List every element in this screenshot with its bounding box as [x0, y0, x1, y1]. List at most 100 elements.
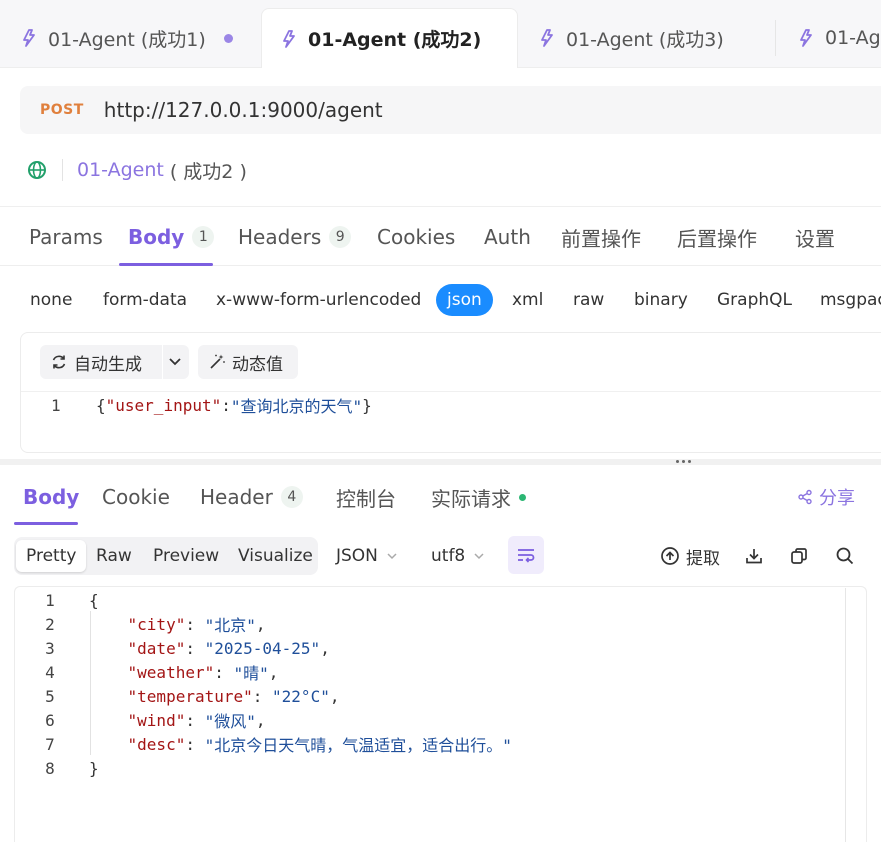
code-line[interactable]: { [89, 588, 99, 612]
tab-cookies[interactable]: Cookies [377, 207, 455, 267]
tab-label: Body [128, 225, 185, 249]
auto-generate-button[interactable]: 自动生成 [40, 345, 189, 379]
code-line[interactable]: "temperature": "22°C", [89, 684, 340, 708]
code-line[interactable]: } [89, 756, 99, 780]
copy-button[interactable] [789, 540, 809, 572]
view-mode-switch: Pretty Raw Preview Visualize [14, 537, 318, 575]
divider [62, 159, 63, 181]
code-brace: } [89, 758, 99, 778]
tab-label: 后置操作 [677, 226, 757, 251]
code-key: "city" [127, 614, 186, 634]
body-type-raw[interactable]: raw [573, 284, 604, 316]
tab-01-agent-3[interactable]: 01-Agent (成功3) [536, 8, 724, 68]
body-type-binary[interactable]: binary [634, 284, 688, 316]
view-mode-raw[interactable]: Raw [86, 540, 142, 572]
share-button[interactable]: 分享 [797, 471, 855, 523]
tab-01-agent-4[interactable]: 01-Ag [795, 8, 881, 68]
chevron-down-icon [386, 551, 398, 561]
drag-handle-icon[interactable] [676, 460, 691, 463]
view-mode-visualize[interactable]: Visualize [228, 540, 323, 572]
globe-icon[interactable] [26, 159, 48, 181]
scrollbar[interactable] [845, 588, 846, 842]
code-value: "北京" [204, 616, 256, 635]
body-type-form-data[interactable]: form-data [103, 284, 187, 316]
body-type-json[interactable]: json [436, 284, 493, 316]
body-type-none[interactable]: none [30, 284, 72, 316]
code-key: "weather" [127, 662, 215, 682]
word-wrap-button[interactable] [508, 536, 544, 574]
code-value: "查询北京的天气" [230, 397, 363, 416]
tab-post-processors[interactable]: 后置操作 [677, 207, 757, 267]
tab-settings[interactable]: 设置 [795, 207, 835, 267]
request-name-link[interactable]: 01-Agent [77, 159, 164, 181]
request-name-suffix: ( 成功2 ) [169, 160, 247, 183]
code-value: "22°C" [272, 686, 330, 706]
count-badge: 4 [280, 486, 303, 508]
response-tab-actual-request[interactable]: 实际请求 [431, 471, 526, 523]
code-value: "北京今日天气晴，气温适宜，适合出行。" [204, 736, 512, 755]
response-tab-body[interactable]: Body [23, 471, 79, 523]
share-icon [797, 489, 813, 505]
format-select[interactable]: JSON [336, 540, 398, 572]
search-button[interactable] [835, 540, 855, 572]
response-tab-cookie[interactable]: Cookie [102, 471, 170, 523]
status-dot [519, 493, 526, 501]
wrap-lines-icon [516, 546, 536, 564]
tab-01-agent-2[interactable]: 01-Agent (成功2) [261, 8, 518, 68]
code-line[interactable]: "desc": "北京今日天气晴，气温适宜，适合出行。" [89, 732, 512, 756]
tab-label: 01-Agent (成功2) [308, 29, 482, 51]
tab-headers[interactable]: Headers 9 [238, 207, 352, 267]
tab-label: Header [200, 485, 273, 509]
tab-label: 01-Ag [825, 27, 881, 49]
line-number: 7 [45, 734, 55, 754]
body-type-urlencoded[interactable]: x-www-form-urlencoded [216, 284, 421, 316]
line-number: 8 [45, 758, 55, 778]
response-tab-console[interactable]: 控制台 [336, 471, 396, 523]
body-type-graphql[interactable]: GraphQL [717, 284, 792, 316]
chevron-down-icon[interactable] [168, 356, 182, 368]
tab-label: 控制台 [336, 486, 396, 511]
tab-label: Cookies [377, 225, 456, 249]
search-icon [835, 546, 855, 566]
view-mode-pretty[interactable]: Pretty [16, 540, 87, 572]
body-type-xml[interactable]: xml [512, 284, 543, 316]
response-tab-header[interactable]: Header 4 [200, 471, 303, 523]
tab-pre-processors[interactable]: 前置操作 [561, 207, 641, 267]
tab-label: Body [23, 485, 80, 509]
line-number-text: 1 [51, 395, 61, 415]
panel-splitter[interactable] [0, 459, 881, 465]
download-icon [744, 546, 764, 566]
request-icon [18, 27, 48, 49]
view-mode-preview[interactable]: Preview [143, 540, 229, 572]
encoding-select[interactable]: utf8 [431, 540, 485, 572]
code-brace: { [96, 395, 106, 415]
code-line[interactable]: "weather": "晴", [89, 660, 279, 684]
code-comma: , [320, 638, 330, 658]
url-bar[interactable]: POST http://127.0.0.1:9000/agent [20, 86, 881, 134]
tab-label: Cookie [102, 485, 170, 509]
code-line[interactable]: "wind": "微风", [89, 708, 266, 732]
code-line[interactable]: "date": "2025-04-25", [89, 636, 330, 660]
download-button[interactable] [744, 540, 764, 572]
code-line[interactable]: "city": "北京", [89, 612, 266, 636]
tab-body[interactable]: Body 1 [128, 207, 215, 267]
tab-params[interactable]: Params [29, 207, 103, 267]
url-input[interactable]: http://127.0.0.1:9000/agent [104, 98, 383, 122]
tab-01-agent-1[interactable]: 01-Agent (成功1) [18, 8, 233, 68]
tab-auth[interactable]: Auth [484, 207, 531, 267]
dynamic-value-button[interactable]: 动态值 [198, 345, 298, 379]
dynamic-value-label: 动态值 [232, 354, 283, 375]
tab-label: Auth [484, 225, 531, 249]
request-body-editor[interactable]: 自动生成 动态值 1 {"user_input": "查询北京的天气"} [20, 332, 881, 453]
extract-button[interactable]: 提取 [660, 540, 720, 572]
tab-separator [775, 20, 776, 56]
body-type-msgpack[interactable]: msgpac [820, 284, 881, 316]
code-key: "desc" [127, 734, 186, 754]
code-line[interactable]: {"user_input": "查询北京的天气"} [96, 393, 372, 417]
code-brace: { [89, 590, 99, 610]
http-method[interactable]: POST [40, 102, 84, 118]
